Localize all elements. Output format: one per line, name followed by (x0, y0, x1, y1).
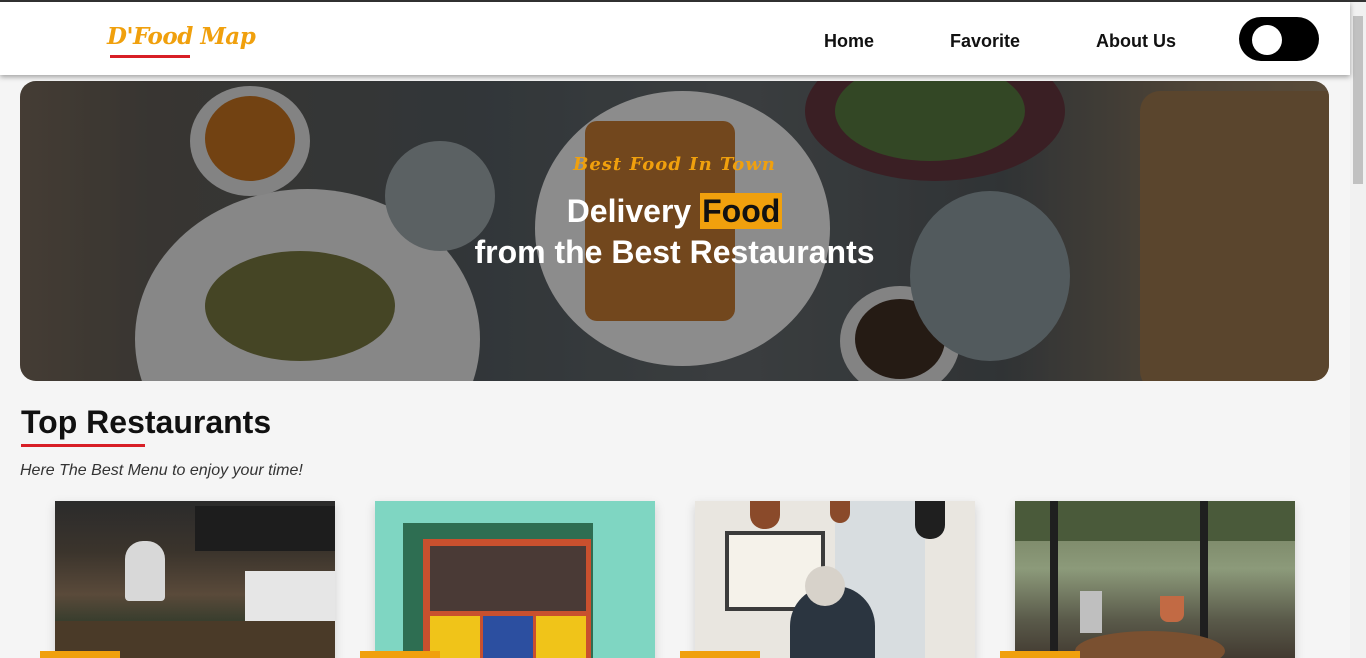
scrollbar-thumb[interactable] (1353, 16, 1363, 184)
hero-eyebrow: Best Food In Town (573, 154, 776, 175)
page-scrollbar[interactable] (1350, 2, 1366, 658)
restaurant-card[interactable] (1000, 501, 1295, 658)
theme-toggle[interactable] (1239, 17, 1319, 61)
restaurant-card[interactable] (360, 501, 655, 658)
nav-about-us[interactable]: About Us (1096, 31, 1176, 52)
hero-title: Delivery Food from the Best Restaurants (20, 191, 1329, 273)
hero-title-highlight: Food (700, 193, 783, 229)
nav-home[interactable]: Home (824, 31, 874, 52)
section-subtitle: Here The Best Menu to enjoy your time! (20, 462, 303, 479)
section-title-underline (21, 444, 145, 447)
restaurant-image (695, 501, 975, 658)
restaurant-card[interactable] (40, 501, 335, 658)
restaurant-image (1015, 501, 1295, 658)
hero-banner: Best Food In Town Delivery Food from the… (20, 81, 1329, 381)
restaurant-rating-badge (360, 651, 440, 658)
brand-logo[interactable]: D'Food Map (107, 23, 256, 50)
restaurant-image (375, 501, 655, 658)
restaurant-card[interactable] (680, 501, 975, 658)
section-title: Top Restaurants (21, 404, 272, 440)
restaurant-rating-badge (1000, 651, 1080, 658)
restaurant-rating-badge (680, 651, 760, 658)
hero-title-prefix: Delivery (566, 193, 701, 229)
restaurant-image (55, 501, 335, 658)
toggle-knob (1252, 25, 1282, 55)
nav-favorite[interactable]: Favorite (950, 31, 1020, 52)
navbar: D'Food Map Home Favorite About Us (0, 2, 1350, 75)
hero-title-line2: from the Best Restaurants (474, 234, 875, 270)
logo-underline (110, 55, 190, 58)
restaurant-rating-badge (40, 651, 120, 658)
